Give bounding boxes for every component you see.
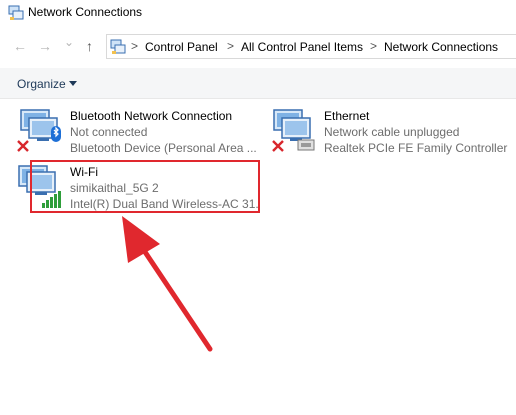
annotation-arrow-icon [122, 216, 213, 352]
